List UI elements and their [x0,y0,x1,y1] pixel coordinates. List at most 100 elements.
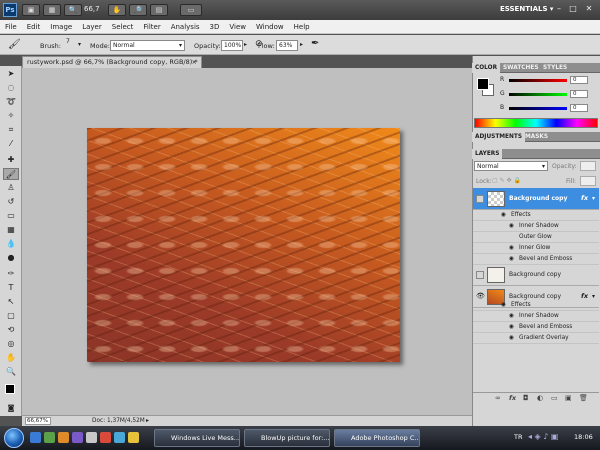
layer-row-selected[interactable]: Background copy fx ▾ [473,188,599,210]
chevron-down-icon[interactable]: ▾ [592,195,595,202]
layer-row[interactable]: Background copy [473,264,599,286]
clone-stamp-icon[interactable]: ♙ [3,182,19,194]
menu-view[interactable]: View [224,20,251,34]
layer-effects-icon[interactable]: fx [581,292,588,300]
visibility-toggle[interactable] [476,195,484,203]
crop-tool-icon[interactable]: ⌗ [3,124,19,136]
taskbar-button-blowup[interactable]: BlowUp picture for:... [244,429,330,447]
menu-layer[interactable]: Layer [77,20,107,34]
effect-eye-icon[interactable]: ◉ [509,221,514,232]
menu-edit[interactable]: Edit [22,20,46,34]
menu-analysis[interactable]: Analysis [166,20,205,34]
effect-eye-icon[interactable]: ◉ [509,322,514,333]
lock-icons[interactable]: ▢ ✎ ✥ 🔒 [492,177,521,184]
add-mask-icon[interactable]: ◘ [523,394,529,402]
document-tab[interactable]: rustywork.psd @ 66,7% (Background copy, … [22,56,202,68]
effect-eye-icon[interactable]: ◉ [501,300,506,311]
blur-tool-icon[interactable]: 💧 [3,238,19,250]
link-layers-icon[interactable]: ∞ [495,394,501,402]
layer-name[interactable]: Background copy [509,195,567,202]
dodge-tool-icon[interactable]: ● [3,252,19,264]
hand-tool-icon[interactable]: ✋ [3,352,19,364]
layer-thumbnail[interactable] [487,191,505,207]
tab-adjustments[interactable]: ADJUSTMENTS [472,132,526,142]
green-slider[interactable] [509,93,567,96]
quick-launch-app-icon[interactable] [114,432,125,443]
layer-name[interactable]: Background copy [509,293,561,300]
new-group-icon[interactable]: ▭ [551,394,558,402]
arrange-documents-button[interactable]: ▤ [150,4,168,16]
workspace-switcher[interactable]: ESSENTIALS ▾ [500,5,553,13]
eyedropper-icon[interactable]: ⁄ [3,138,19,150]
effect-eye-icon[interactable]: ◉ [501,210,506,221]
effect-row[interactable]: ◉ Inner Shadow [473,221,599,232]
flow-field[interactable]: 63% [276,40,298,51]
effect-row[interactable]: ◉ Bevel and Emboss [473,322,599,333]
tab-styles[interactable]: STYLES [540,63,570,73]
effect-eye-icon[interactable]: ◉ [509,243,514,254]
effect-row[interactable]: ◉ Inner Shadow [473,311,599,322]
hand-tool-button[interactable]: ✋ [108,4,126,16]
tab-masks[interactable]: MASKS [522,132,551,142]
taskbar-button-messenger[interactable]: Windows Live Mess... [154,429,240,447]
close-button[interactable]: ✕ [582,3,596,15]
quick-launch-desktop-icon[interactable] [44,432,55,443]
zoom-level-button[interactable]: 🔍 [64,4,82,16]
type-tool-icon[interactable]: T [3,282,19,294]
brush-tool-preset-icon[interactable]: 🖌 [8,39,21,50]
magic-wand-icon[interactable]: ✧ [3,110,19,122]
launch-bridge-button[interactable]: ▣ [22,4,40,16]
chevron-right-icon[interactable]: ▸ [244,41,247,48]
start-button[interactable] [4,428,24,448]
blend-mode-select[interactable]: Normal ▾ [474,161,548,171]
foreground-color-swatch[interactable] [477,78,489,90]
healing-brush-icon[interactable]: ✚ [3,154,19,166]
history-brush-icon[interactable]: ↺ [3,196,19,208]
brush-tool-icon[interactable]: 🖌 [3,168,19,180]
add-style-icon[interactable]: fx [509,394,516,402]
eraser-icon[interactable]: ▭ [3,210,19,222]
tab-color[interactable]: COLOR [472,63,501,73]
tab-swatches[interactable]: SWATCHES [500,63,542,73]
menu-file[interactable]: File [0,20,22,34]
effect-row[interactable]: Outer Glow [473,232,599,243]
screen-mode-button[interactable]: ▭ [180,4,202,16]
status-menu-arrow-icon[interactable]: ▸ [146,417,149,424]
eye-icon[interactable]: 👁 [476,292,485,300]
marquee-tool-icon[interactable]: ◌ [3,82,19,94]
quick-launch-app-icon[interactable] [128,432,139,443]
menu-3d[interactable]: 3D [205,20,225,34]
visibility-toggle[interactable] [476,271,484,279]
layer-effects-icon[interactable]: fx [581,194,588,202]
tab-layers[interactable]: LAYERS [472,149,503,159]
green-value-field[interactable]: 0 [570,90,588,98]
menu-image[interactable]: Image [45,20,77,34]
view-extras-button[interactable]: ▦ [43,4,61,16]
quick-launch-folder-icon[interactable] [86,432,97,443]
zoom-tool-button[interactable]: 🔎 [129,4,147,16]
tray-icons[interactable]: ◂ ◈ ♪ ▣ [528,432,558,441]
quick-launch-media-icon[interactable] [58,432,69,443]
taskbar-button-photoshop[interactable]: Adobe Photoshop C... [334,429,420,447]
chevron-right-icon[interactable]: ▸ [300,41,303,48]
effects-group[interactable]: ◉ Effects [473,300,599,311]
gradient-tool-icon[interactable]: ▦ [3,224,19,236]
menu-help[interactable]: Help [289,20,315,34]
quick-launch-ie-icon[interactable] [30,432,41,443]
quick-mask-icon[interactable]: ◙ [3,402,19,414]
red-value-field[interactable]: 0 [570,76,588,84]
layer-opacity-field[interactable] [580,161,596,171]
effect-row[interactable]: ◉ Inner Glow [473,243,599,254]
layer-name[interactable]: Background copy [509,271,561,278]
document-canvas-image[interactable] [87,128,400,362]
blue-value-field[interactable]: 0 [570,104,588,112]
brush-size-picker[interactable]: 7 [66,38,70,45]
delete-layer-icon[interactable]: 🗑 [579,394,588,402]
clock[interactable]: 18:06 [574,433,593,441]
effect-row[interactable]: ◉ Gradient Overlay [473,333,599,344]
menu-window[interactable]: Window [251,20,289,34]
zoom-tool-icon[interactable]: 🔍 [3,366,19,378]
close-document-icon[interactable]: × [192,57,197,68]
fill-field[interactable] [580,176,596,186]
foreground-color-swatch[interactable] [5,384,15,394]
